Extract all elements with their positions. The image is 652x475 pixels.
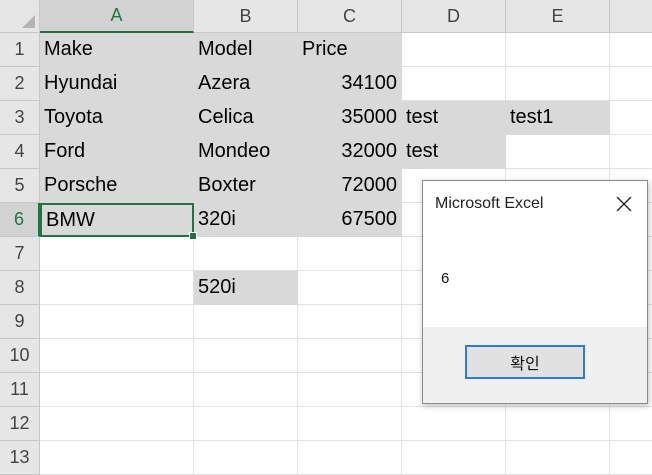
cell-b4[interactable]: Mondeo <box>194 135 298 169</box>
fill-handle[interactable] <box>189 232 197 240</box>
cell-d1[interactable] <box>402 33 506 67</box>
cell-e1[interactable] <box>506 33 610 67</box>
select-all-triangle-icon <box>22 15 35 28</box>
cell-c7[interactable] <box>298 237 402 271</box>
cell-e3[interactable]: test1 <box>506 101 610 135</box>
column-header-partial[interactable] <box>610 0 652 33</box>
row-header-10[interactable]: 10 <box>0 339 40 373</box>
cell-b13[interactable] <box>194 441 298 475</box>
cell-d4[interactable]: test <box>402 135 506 169</box>
message-box: Microsoft Excel 6 확인 <box>422 180 648 404</box>
column-header-b[interactable]: B <box>194 0 298 33</box>
cell-a12[interactable] <box>40 407 194 441</box>
cell-b5[interactable]: Boxter <box>194 169 298 203</box>
cell-a5[interactable]: Porsche <box>40 169 194 203</box>
cell-b3[interactable]: Celica <box>194 101 298 135</box>
cell-c8[interactable] <box>298 271 402 305</box>
row-header-11[interactable]: 11 <box>0 373 40 407</box>
cell-c5[interactable]: 72000 <box>298 169 402 203</box>
cell-a7[interactable] <box>40 237 194 271</box>
cell-a1[interactable]: Make <box>40 33 194 67</box>
cell-a4[interactable]: Ford <box>40 135 194 169</box>
cell-b1[interactable]: Model <box>194 33 298 67</box>
cell-e13[interactable] <box>506 441 610 475</box>
close-icon <box>616 196 632 212</box>
row-header-8[interactable]: 8 <box>0 271 40 305</box>
row-header-13[interactable]: 13 <box>0 441 40 475</box>
cell-a11[interactable] <box>40 373 194 407</box>
row-header-5[interactable]: 5 <box>0 169 40 203</box>
cell-e2[interactable] <box>506 67 610 101</box>
column-header-c[interactable]: C <box>298 0 402 33</box>
dialog-close-button[interactable] <box>611 191 637 217</box>
dialog-title: Microsoft Excel <box>435 195 544 212</box>
cell-c4[interactable]: 32000 <box>298 135 402 169</box>
row-header-7[interactable]: 7 <box>0 237 40 271</box>
row-header-9[interactable]: 9 <box>0 305 40 339</box>
cell-d3[interactable]: test <box>402 101 506 135</box>
cell-a10[interactable] <box>40 339 194 373</box>
cell-c6[interactable]: 67500 <box>298 203 402 237</box>
row-header-6[interactable]: 6 <box>0 203 40 237</box>
cell-a8[interactable] <box>40 271 194 305</box>
row-header-12[interactable]: 12 <box>0 407 40 441</box>
cell-a3[interactable]: Toyota <box>40 101 194 135</box>
cell-c9[interactable] <box>298 305 402 339</box>
column-header-d[interactable]: D <box>402 0 506 33</box>
cell-c12[interactable] <box>298 407 402 441</box>
dialog-footer: 확인 <box>423 327 647 403</box>
cell-d12[interactable] <box>402 407 506 441</box>
cell-b11[interactable] <box>194 373 298 407</box>
cell-b7[interactable] <box>194 237 298 271</box>
row-header-4[interactable]: 4 <box>0 135 40 169</box>
cell-c11[interactable] <box>298 373 402 407</box>
row-header-2[interactable]: 2 <box>0 67 40 101</box>
cell-c13[interactable] <box>298 441 402 475</box>
cell-a2[interactable]: Hyundai <box>40 67 194 101</box>
cell-partial-column[interactable] <box>610 67 652 101</box>
row-header-1[interactable]: 1 <box>0 33 40 67</box>
cell-b10[interactable] <box>194 339 298 373</box>
cell-partial-column[interactable] <box>610 101 652 135</box>
cell-c1[interactable]: Price <box>298 33 402 67</box>
cell-b2[interactable]: Azera <box>194 67 298 101</box>
cell-partial-column[interactable] <box>610 33 652 67</box>
cell-b9[interactable] <box>194 305 298 339</box>
ok-button[interactable]: 확인 <box>465 345 585 379</box>
cell-e12[interactable] <box>506 407 610 441</box>
cell-b12[interactable] <box>194 407 298 441</box>
cell-a6[interactable]: BMW <box>40 203 194 237</box>
row-header-3[interactable]: 3 <box>0 101 40 135</box>
cell-c3[interactable]: 35000 <box>298 101 402 135</box>
select-all-button[interactable] <box>0 0 40 33</box>
cell-a9[interactable] <box>40 305 194 339</box>
cell-c10[interactable] <box>298 339 402 373</box>
cell-b6[interactable]: 320i <box>194 203 298 237</box>
cell-e4[interactable] <box>506 135 610 169</box>
column-header-a[interactable]: A <box>40 0 194 33</box>
cell-partial-column[interactable] <box>610 135 652 169</box>
cell-partial-column[interactable] <box>610 407 652 441</box>
cell-partial-column[interactable] <box>610 441 652 475</box>
column-header-e[interactable]: E <box>506 0 610 33</box>
cell-d2[interactable] <box>402 67 506 101</box>
cell-a13[interactable] <box>40 441 194 475</box>
cell-c2[interactable]: 34100 <box>298 67 402 101</box>
dialog-message: 6 <box>441 270 450 287</box>
cell-d13[interactable] <box>402 441 506 475</box>
cell-b8[interactable]: 520i <box>194 271 298 305</box>
